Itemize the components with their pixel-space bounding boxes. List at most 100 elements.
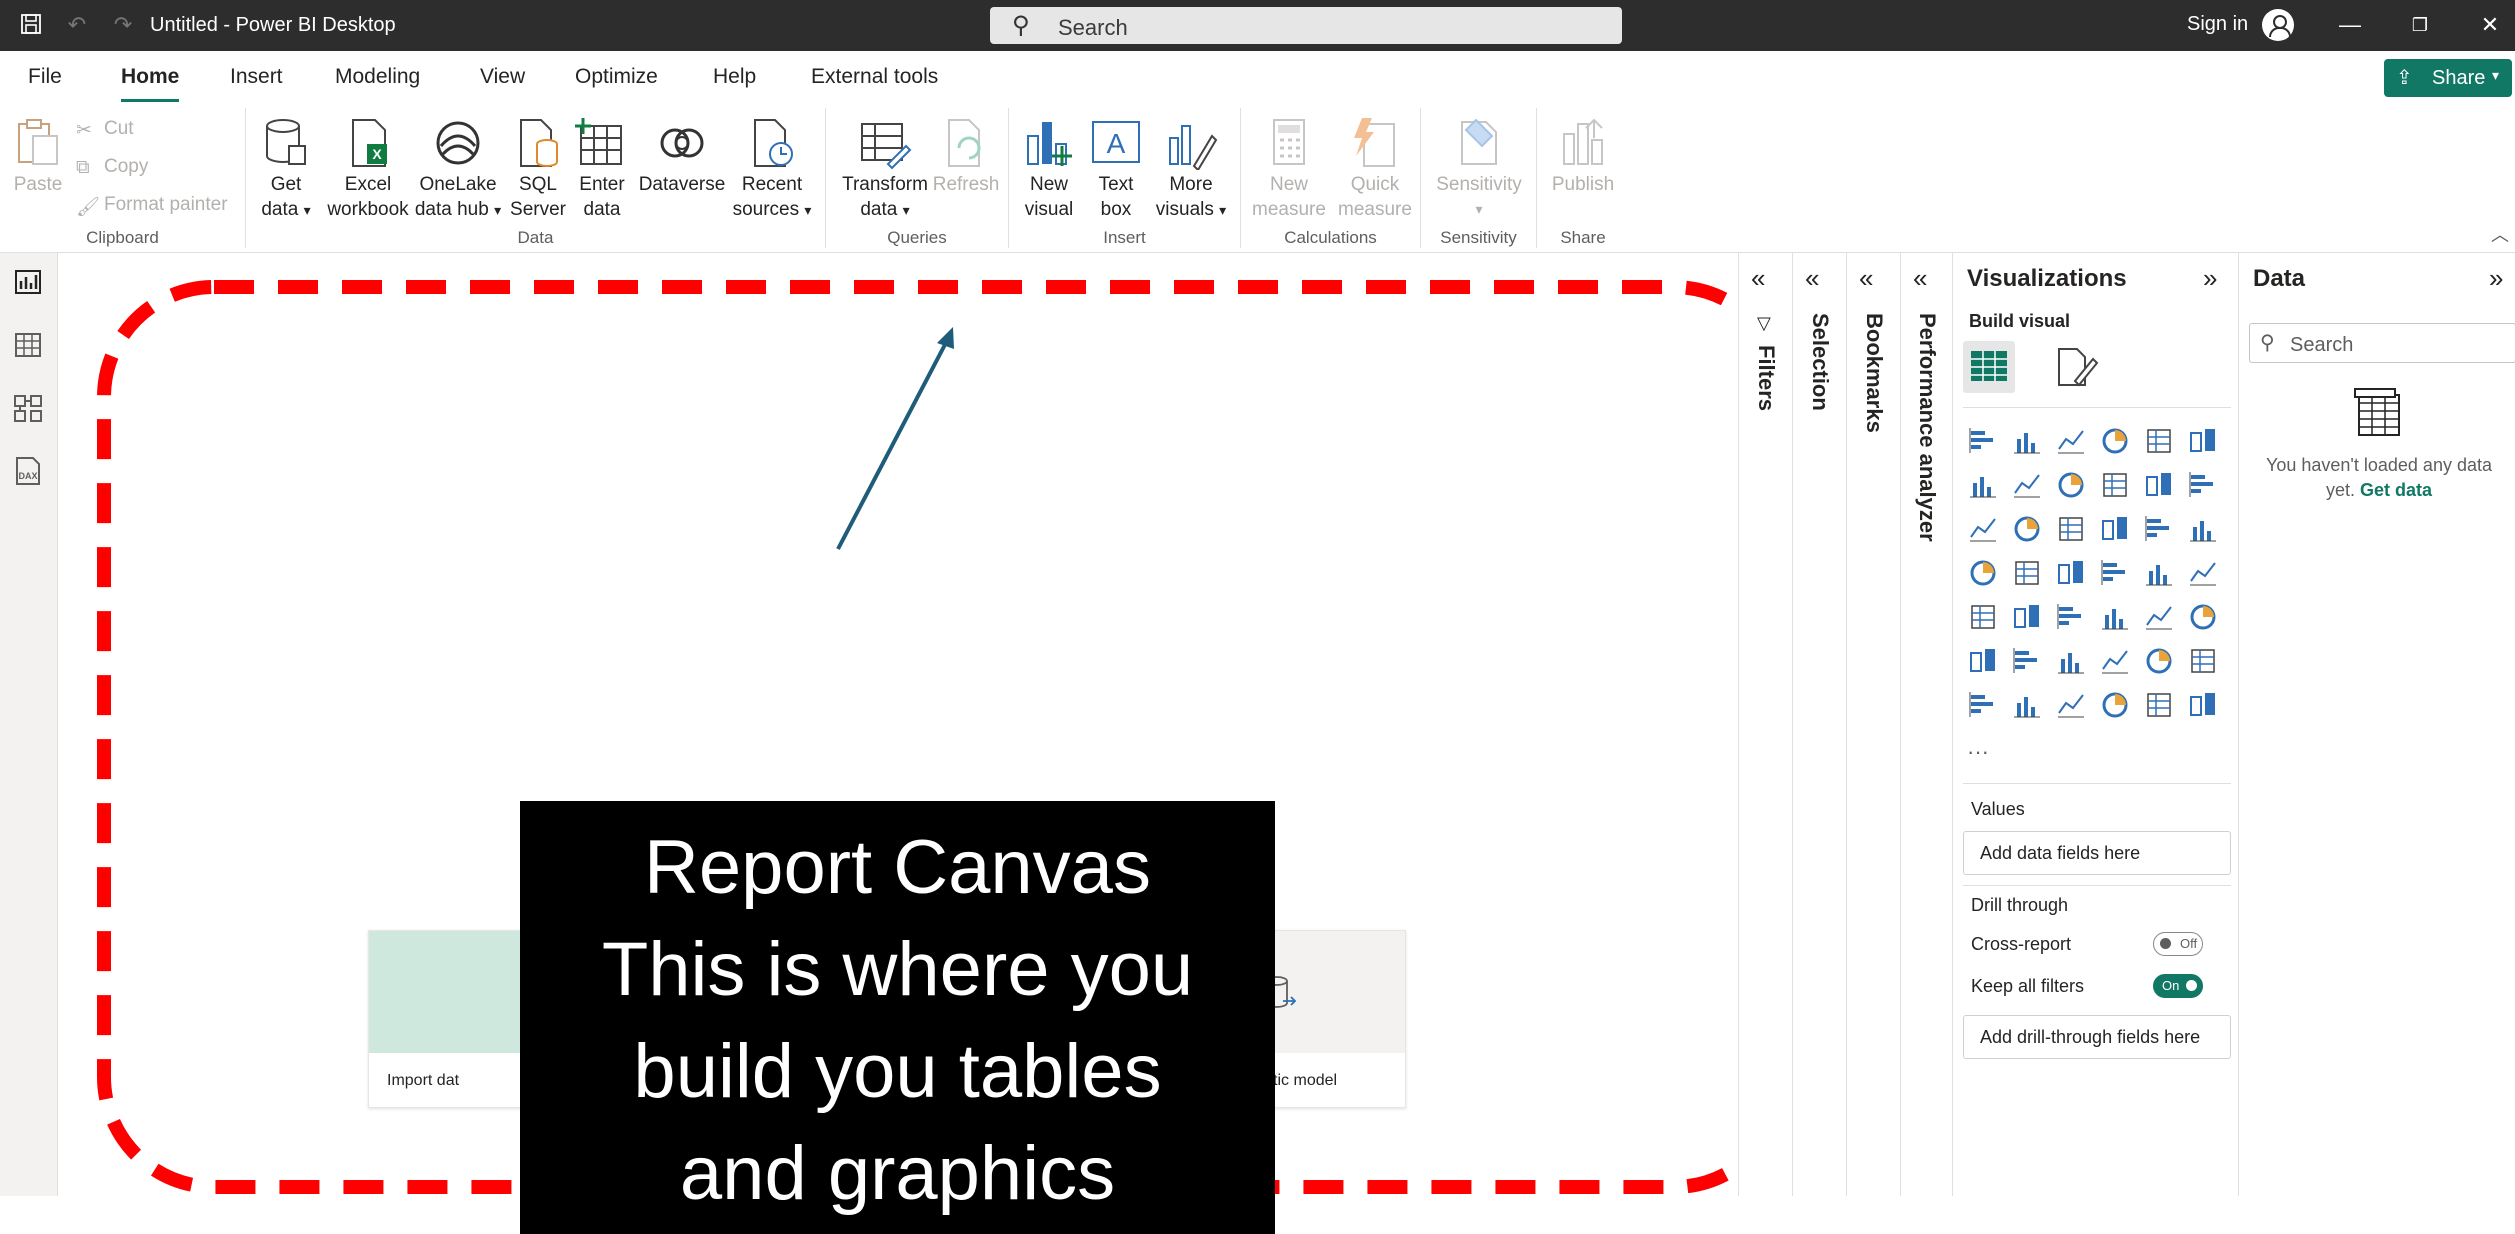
expand-selection-icon[interactable]: « (1805, 263, 1819, 294)
global-search-box[interactable]: ⚲ Search (990, 7, 1622, 44)
area-chart-icon[interactable] (2011, 469, 2043, 501)
enter-data-button[interactable]: Enter data (574, 116, 630, 222)
keep-all-filters-toggle[interactable]: On (2153, 974, 2203, 998)
decomposition-tree-icon[interactable] (2055, 645, 2087, 677)
model-view-icon[interactable] (11, 391, 45, 425)
line-chart-icon[interactable] (1967, 469, 1999, 501)
tab-external-tools[interactable]: External tools (811, 65, 938, 89)
collapse-ribbon-icon[interactable]: ︿ (2491, 221, 2509, 247)
sensitivity-button[interactable]: Sensitivity ▾ (1431, 116, 1527, 222)
python-visual-icon[interactable] (1967, 645, 1999, 677)
minimize-icon[interactable]: — (2330, 10, 2370, 40)
dax-query-view-icon[interactable]: DAX (11, 454, 45, 488)
filled-map-icon[interactable] (2011, 557, 2043, 589)
scatter-chart-icon[interactable] (2055, 513, 2087, 545)
refresh-button[interactable]: Refresh (932, 116, 1000, 197)
recent-sources-button[interactable]: Recent sources ▾ (730, 116, 814, 223)
donut-chart-icon[interactable] (2143, 513, 2175, 545)
onelake-data-hub-button[interactable]: OneLake data hub ▾ (412, 116, 504, 223)
power-apps-icon[interactable] (2143, 689, 2175, 721)
text-box-button[interactable]: A Text box (1085, 116, 1147, 222)
filters-pane-collapsed[interactable]: « ▽ Filters (1738, 253, 1792, 1196)
sql-server-button[interactable]: SQL Server (508, 116, 568, 222)
publish-button[interactable]: Publish (1545, 116, 1621, 197)
more-visuals-ellipsis[interactable]: ··· (1967, 739, 1999, 771)
expand-filters-icon[interactable]: « (1751, 263, 1765, 294)
clustered-column-chart-icon[interactable] (2099, 425, 2131, 457)
bookmarks-pane-collapsed[interactable]: « Bookmarks (1846, 253, 1900, 1196)
azure-map-icon[interactable] (2099, 557, 2131, 589)
quick-measure-button[interactable]: Quick measure (1333, 116, 1417, 222)
cross-report-toggle[interactable]: Off (2153, 932, 2203, 956)
format-painter-button[interactable]: 🖌 Format painter (76, 194, 228, 218)
tab-help[interactable]: Help (713, 65, 756, 89)
transform-data-button[interactable]: Transform data ▾ (842, 116, 928, 223)
paginated-report-icon[interactable] (1967, 689, 1999, 721)
sign-in-link[interactable]: Sign in (2187, 13, 2248, 36)
100-stacked-column-icon[interactable] (2187, 425, 2219, 457)
card-icon[interactable] (2187, 557, 2219, 589)
drill-through-drop-zone[interactable]: Add drill-through fields here (1963, 1015, 2231, 1059)
save-icon[interactable] (18, 12, 44, 38)
get-data-button[interactable]: Get data ▾ (256, 116, 316, 223)
report-canvas[interactable]: Import dat sample semantic model Report … (58, 253, 1738, 1234)
pie-chart-icon[interactable] (2099, 513, 2131, 545)
r-script-visual-icon[interactable] (2187, 601, 2219, 633)
line-clustered-column-icon[interactable] (2143, 469, 2175, 501)
100-stacked-bar-icon[interactable] (2143, 425, 2175, 457)
collapse-data-icon[interactable]: » (2489, 263, 2503, 294)
redo-icon[interactable]: ↷ (110, 12, 136, 38)
button-slicer-icon[interactable] (2055, 689, 2087, 721)
table-icon[interactable] (2099, 601, 2131, 633)
stacked-area-icon[interactable] (2055, 469, 2087, 501)
values-drop-zone[interactable]: Add data fields here (1963, 831, 2231, 875)
report-view-icon[interactable] (11, 265, 45, 299)
multi-row-card-icon[interactable] (1967, 601, 1999, 633)
get-data-link[interactable]: Get data (2360, 480, 2432, 500)
tab-insert[interactable]: Insert (230, 65, 283, 89)
line-stacked-column-icon[interactable] (2099, 469, 2131, 501)
key-influencers-icon[interactable] (2011, 645, 2043, 677)
waterfall-chart-icon[interactable] (1967, 513, 1999, 545)
map-icon[interactable] (1967, 557, 1999, 589)
build-visual-tab[interactable] (1963, 341, 2015, 393)
new-measure-button[interactable]: New measure (1247, 116, 1331, 222)
slicer-icon[interactable] (2055, 601, 2087, 633)
tab-home[interactable]: Home (121, 65, 180, 102)
expand-performance-icon[interactable]: « (1913, 263, 1927, 294)
shape-map-icon[interactable] (2055, 557, 2087, 589)
tab-view[interactable]: View (480, 65, 525, 89)
paste-button[interactable]: Paste (10, 116, 66, 197)
funnel-chart-icon[interactable] (2011, 513, 2043, 545)
cut-button[interactable]: ✂ Cut (76, 118, 134, 141)
dataverse-button[interactable]: Dataverse (636, 116, 728, 197)
card-new-icon[interactable] (2011, 689, 2043, 721)
ribbon-chart-icon[interactable] (2187, 469, 2219, 501)
stacked-column-chart-icon[interactable] (2011, 425, 2043, 457)
share-button[interactable]: ⇪ Share ▾ (2384, 59, 2512, 97)
copy-button[interactable]: ⧉ Copy (76, 156, 148, 178)
tab-file[interactable]: File (28, 65, 62, 89)
avatar-icon[interactable] (2262, 9, 2294, 41)
performance-pane-collapsed[interactable]: « Performance analyzer (1900, 253, 1952, 1196)
undo-icon[interactable]: ↶ (64, 12, 90, 38)
tab-modeling[interactable]: Modeling (335, 65, 420, 89)
new-visual-button[interactable]: New visual (1019, 116, 1079, 222)
power-automate-icon[interactable] (2187, 689, 2219, 721)
data-search-input[interactable]: ⚲ Search (2249, 323, 2515, 363)
gauge-icon[interactable] (2143, 557, 2175, 589)
kpi-icon[interactable] (2011, 601, 2043, 633)
format-visual-tab[interactable] (2047, 341, 2099, 393)
close-icon[interactable]: ✕ (2470, 10, 2510, 40)
tab-optimize[interactable]: Optimize (575, 65, 658, 89)
smart-narrative-icon[interactable] (2143, 645, 2175, 677)
restore-icon[interactable]: ❐ (2400, 10, 2440, 40)
qa-icon[interactable] (2099, 645, 2131, 677)
excel-workbook-button[interactable]: X Excel workbook (324, 116, 412, 222)
table-view-icon[interactable] (11, 328, 45, 362)
treemap-icon[interactable] (2187, 513, 2219, 545)
arcgis-map-icon[interactable] (2099, 689, 2131, 721)
selection-pane-collapsed[interactable]: « Selection (1792, 253, 1846, 1196)
stacked-bar-chart-icon[interactable] (1967, 425, 1999, 457)
metrics-icon[interactable] (2187, 645, 2219, 677)
